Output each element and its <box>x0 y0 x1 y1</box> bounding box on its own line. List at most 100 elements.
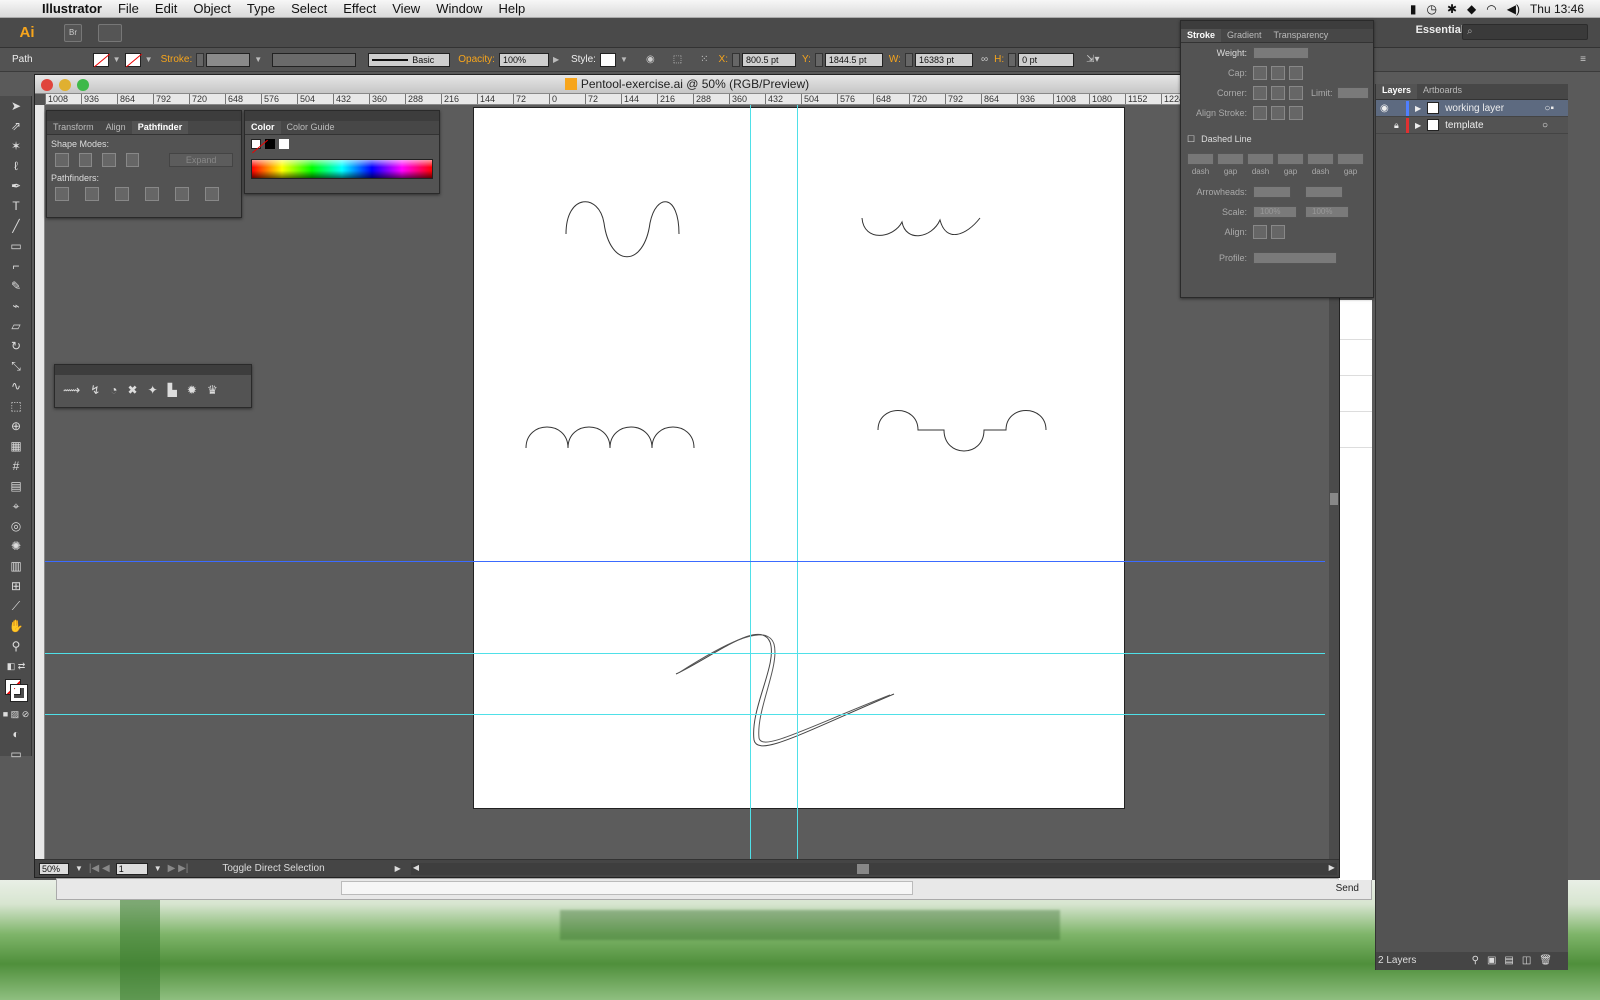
chevron-down-icon[interactable]: ▼ <box>75 864 83 873</box>
width-tool-icon[interactable]: ⟿ <box>63 383 80 397</box>
magic-wand-tool-icon[interactable]: ✶ <box>2 136 30 156</box>
lock-icon[interactable]: 🔒︎ <box>1394 120 1406 131</box>
gap-field[interactable] <box>1277 153 1304 165</box>
align-center-icon[interactable] <box>1253 106 1267 120</box>
miter-join-icon[interactable] <box>1253 86 1267 100</box>
artboard-navigation-field[interactable]: 1 <box>115 862 148 875</box>
tab-align[interactable]: Align <box>100 121 132 134</box>
gap-field[interactable] <box>1217 153 1244 165</box>
scroll-left-icon[interactable]: ◀ <box>413 863 419 872</box>
gap-field[interactable] <box>1337 153 1364 165</box>
zoom-field[interactable]: 50% <box>39 862 69 875</box>
end-arrowhead-select[interactable] <box>1305 186 1343 198</box>
panel-header[interactable] <box>55 365 251 375</box>
tab-pathfinder[interactable]: Pathfinder <box>131 121 189 134</box>
w-stepper[interactable] <box>904 52 913 67</box>
horizontal-guide[interactable] <box>45 653 1325 654</box>
w-field[interactable]: 16383 pt <box>914 52 973 67</box>
pen-tool-icon[interactable]: ✒ <box>2 176 30 196</box>
chevron-down-icon[interactable]: ▼ <box>620 55 628 64</box>
bluetooth-icon[interactable]: ✱ <box>1447 2 1457 16</box>
transform-options-icon[interactable]: ⇲▾ <box>1086 54 1099 65</box>
outline-icon[interactable] <box>175 187 189 201</box>
opacity-field[interactable]: 100% <box>498 52 549 67</box>
fill-stroke-indicator[interactable] <box>2 676 30 704</box>
layer-row-template[interactable]: 🔒︎ ▶ template ○ <box>1376 117 1568 134</box>
status-menu-icon[interactable]: ▶ <box>395 864 401 873</box>
warp-tool-icon[interactable]: ∿ <box>2 376 30 396</box>
warp-icon[interactable]: ↯ <box>90 383 100 397</box>
y-field[interactable]: 1844.5 pt <box>824 52 883 67</box>
target-icon[interactable]: ○ <box>1542 120 1548 131</box>
horizontal-scroll-thumb[interactable] <box>856 863 869 874</box>
menu-effect[interactable]: Effect <box>343 1 376 16</box>
chevron-down-icon[interactable]: ▼ <box>113 55 121 64</box>
status-text[interactable]: Toggle Direct Selection <box>222 863 324 874</box>
chevron-down-icon[interactable]: ▼ <box>145 55 153 64</box>
align-to-icon[interactable]: ⬚ <box>673 54 682 65</box>
shape-builder-tool-icon[interactable]: ⊕ <box>2 416 30 436</box>
free-transform-tool-icon[interactable]: ⬚ <box>2 396 30 416</box>
brush-definition[interactable]: Basic <box>368 52 451 67</box>
bridge-button[interactable]: Br <box>64 23 82 42</box>
round-cap-icon[interactable] <box>1271 66 1285 80</box>
scroll-right-icon[interactable]: ▶ <box>1329 863 1335 872</box>
vertical-scroll-thumb[interactable] <box>1330 493 1338 505</box>
menu-type[interactable]: Type <box>247 1 275 16</box>
expand-button[interactable]: Expand <box>169 153 234 167</box>
wrinkle-icon[interactable]: ♛ <box>207 383 218 397</box>
close-window-button[interactable] <box>41 79 53 91</box>
menu-object[interactable]: Object <box>193 1 231 16</box>
end-scale-field[interactable]: 100% <box>1305 206 1349 218</box>
horizontal-guide[interactable] <box>45 714 1325 715</box>
gradient-tool-icon[interactable]: ▤ <box>2 476 30 496</box>
expand-arrow-icon[interactable]: ▶ <box>1415 104 1421 113</box>
eye-icon[interactable]: ◉ <box>1380 103 1394 114</box>
eyedropper-tool-icon[interactable]: ⌖ <box>2 496 30 516</box>
scale-tool-icon[interactable]: ⤡ <box>2 356 30 376</box>
line-tool-icon[interactable]: ╱ <box>2 216 30 236</box>
merge-icon[interactable] <box>115 187 129 201</box>
menu-file[interactable]: File <box>118 1 139 16</box>
panel-header[interactable] <box>245 111 439 121</box>
weight-field[interactable] <box>1253 47 1309 59</box>
bevel-join-icon[interactable] <box>1289 86 1303 100</box>
scallop-icon[interactable]: ▙ <box>168 383 177 397</box>
tab-transparency[interactable]: Transparency <box>1268 29 1335 42</box>
layer-name[interactable]: template <box>1445 120 1483 131</box>
minimize-window-button[interactable] <box>59 79 71 91</box>
dropbox-icon[interactable]: ◆ <box>1467 2 1476 16</box>
layer-name[interactable]: working layer <box>1445 103 1504 114</box>
arrow-end-icon[interactable] <box>1271 225 1285 239</box>
trim-icon[interactable] <box>85 187 99 201</box>
rectangle-tool-icon[interactable]: ▭ <box>2 236 30 256</box>
fill-swatch[interactable] <box>92 52 109 67</box>
zoom-tool-icon[interactable]: ⚲ <box>2 636 30 656</box>
symbol-sprayer-tool-icon[interactable]: ✺ <box>2 536 30 556</box>
limit-field[interactable] <box>1336 87 1369 99</box>
minus-back-icon[interactable] <box>205 187 219 201</box>
menu-edit[interactable]: Edit <box>155 1 177 16</box>
pucker-icon[interactable]: ✖ <box>128 383 138 397</box>
selected-horizontal-guide[interactable] <box>45 561 1325 562</box>
color-mode-icon[interactable]: ■ ▨ ⊘ <box>2 704 30 724</box>
dashed-line-checkbox[interactable]: ☐ <box>1187 134 1195 145</box>
white-swatch[interactable] <box>279 139 289 149</box>
none-swatch[interactable] <box>251 139 261 149</box>
menu-app-name[interactable]: Illustrator <box>42 1 102 16</box>
x-field[interactable]: 800.5 pt <box>742 52 796 67</box>
recolor-icon[interactable]: ◉ <box>646 54 655 65</box>
panel-header[interactable] <box>1181 21 1373 29</box>
panel-menu-icon[interactable]: ≡ <box>1580 54 1586 65</box>
send-button[interactable]: Send <box>1336 883 1359 894</box>
menu-select[interactable]: Select <box>291 1 327 16</box>
vertical-guide[interactable] <box>797 105 798 859</box>
crop-icon[interactable] <box>145 187 159 201</box>
slice-tool-icon[interactable]: ⟋ <box>2 596 30 616</box>
drawing-mode-icon[interactable]: ◐ <box>2 724 30 744</box>
default-fill-stroke-icon[interactable]: ◧ ⇄ <box>2 656 30 676</box>
unite-icon[interactable] <box>55 153 69 167</box>
align-outside-icon[interactable] <box>1289 106 1303 120</box>
arrow-tip-icon[interactable] <box>1253 225 1267 239</box>
y-stepper[interactable] <box>814 52 823 67</box>
